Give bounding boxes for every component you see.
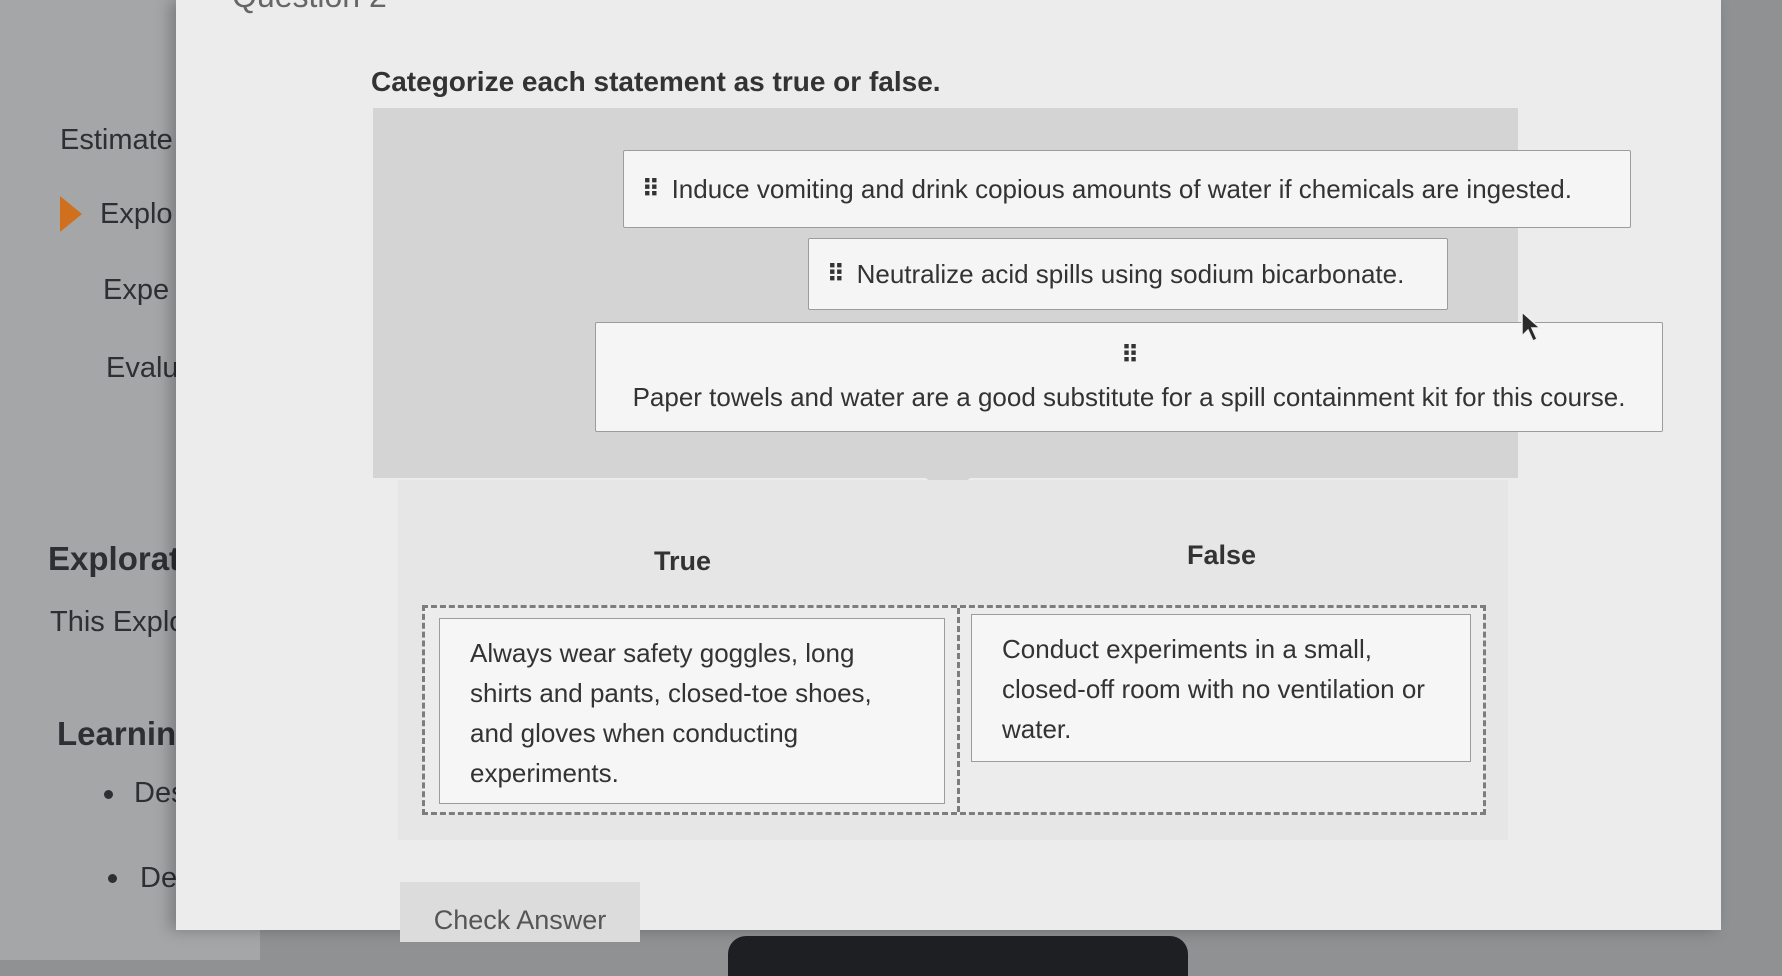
category-label-true: True: [654, 546, 712, 576]
drag-handle-icon[interactable]: ⠿: [827, 260, 845, 289]
category-label-false: False: [1187, 540, 1257, 570]
drag-handle-icon[interactable]: ⠿: [1121, 341, 1139, 370]
placed-statement-false[interactable]: Conduct experiments in a small, closed-o…: [971, 614, 1471, 762]
drop-zone[interactable]: Always wear safety goggles, long shirts …: [422, 605, 1486, 815]
statement-text: Induce vomiting and drink copious amount…: [671, 173, 1572, 204]
drag-handle-icon[interactable]: ⠿: [642, 175, 660, 204]
learning-heading: Learning: [57, 715, 176, 752]
zone-divider: [957, 608, 960, 812]
sidebar-item-experiment[interactable]: Expe: [103, 274, 176, 307]
sidebar-item-estimate[interactable]: Estimate: [60, 124, 176, 157]
statement-text: Paper towels and water are a good substi…: [632, 382, 1626, 412]
check-answer-button[interactable]: Check Answer: [400, 882, 640, 942]
statement-text: Neutralize acid spills using sodium bica…: [856, 258, 1405, 289]
question-title: Question 2: [232, 0, 387, 15]
draggable-statement[interactable]: ⠿ Neutralize acid spills using sodium bi…: [808, 238, 1448, 310]
bullet-icon: [108, 874, 117, 883]
instructions-text: Categorize each statement as true or fal…: [371, 66, 941, 97]
section-heading: Explorati: [48, 540, 176, 577]
play-arrow-icon: [60, 196, 82, 232]
unsorted-items-tray: ⠿ Induce vomiting and drink copious amou…: [373, 108, 1663, 478]
draggable-statement[interactable]: ⠿ Paper towels and water are a good subs…: [595, 322, 1663, 432]
mouse-pointer-icon: [1521, 310, 1542, 343]
placed-statement-true[interactable]: Always wear safety goggles, long shirts …: [439, 618, 945, 804]
question-modal: Question 2 Categorize each statement as …: [176, 0, 1721, 942]
learning-bullet-item: Defin: [140, 862, 176, 894]
bullet-icon: [104, 790, 113, 799]
draggable-statement[interactable]: ⠿ Induce vomiting and drink copious amou…: [623, 150, 1631, 228]
sidebar-item-evaluate[interactable]: Evalu: [106, 352, 176, 385]
learning-bullet-item: Desc: [134, 777, 176, 809]
sidebar-item-explore[interactable]: Explo: [100, 198, 176, 231]
section-text: This Explor: [50, 606, 176, 638]
taskbar-edge: [728, 936, 1188, 976]
